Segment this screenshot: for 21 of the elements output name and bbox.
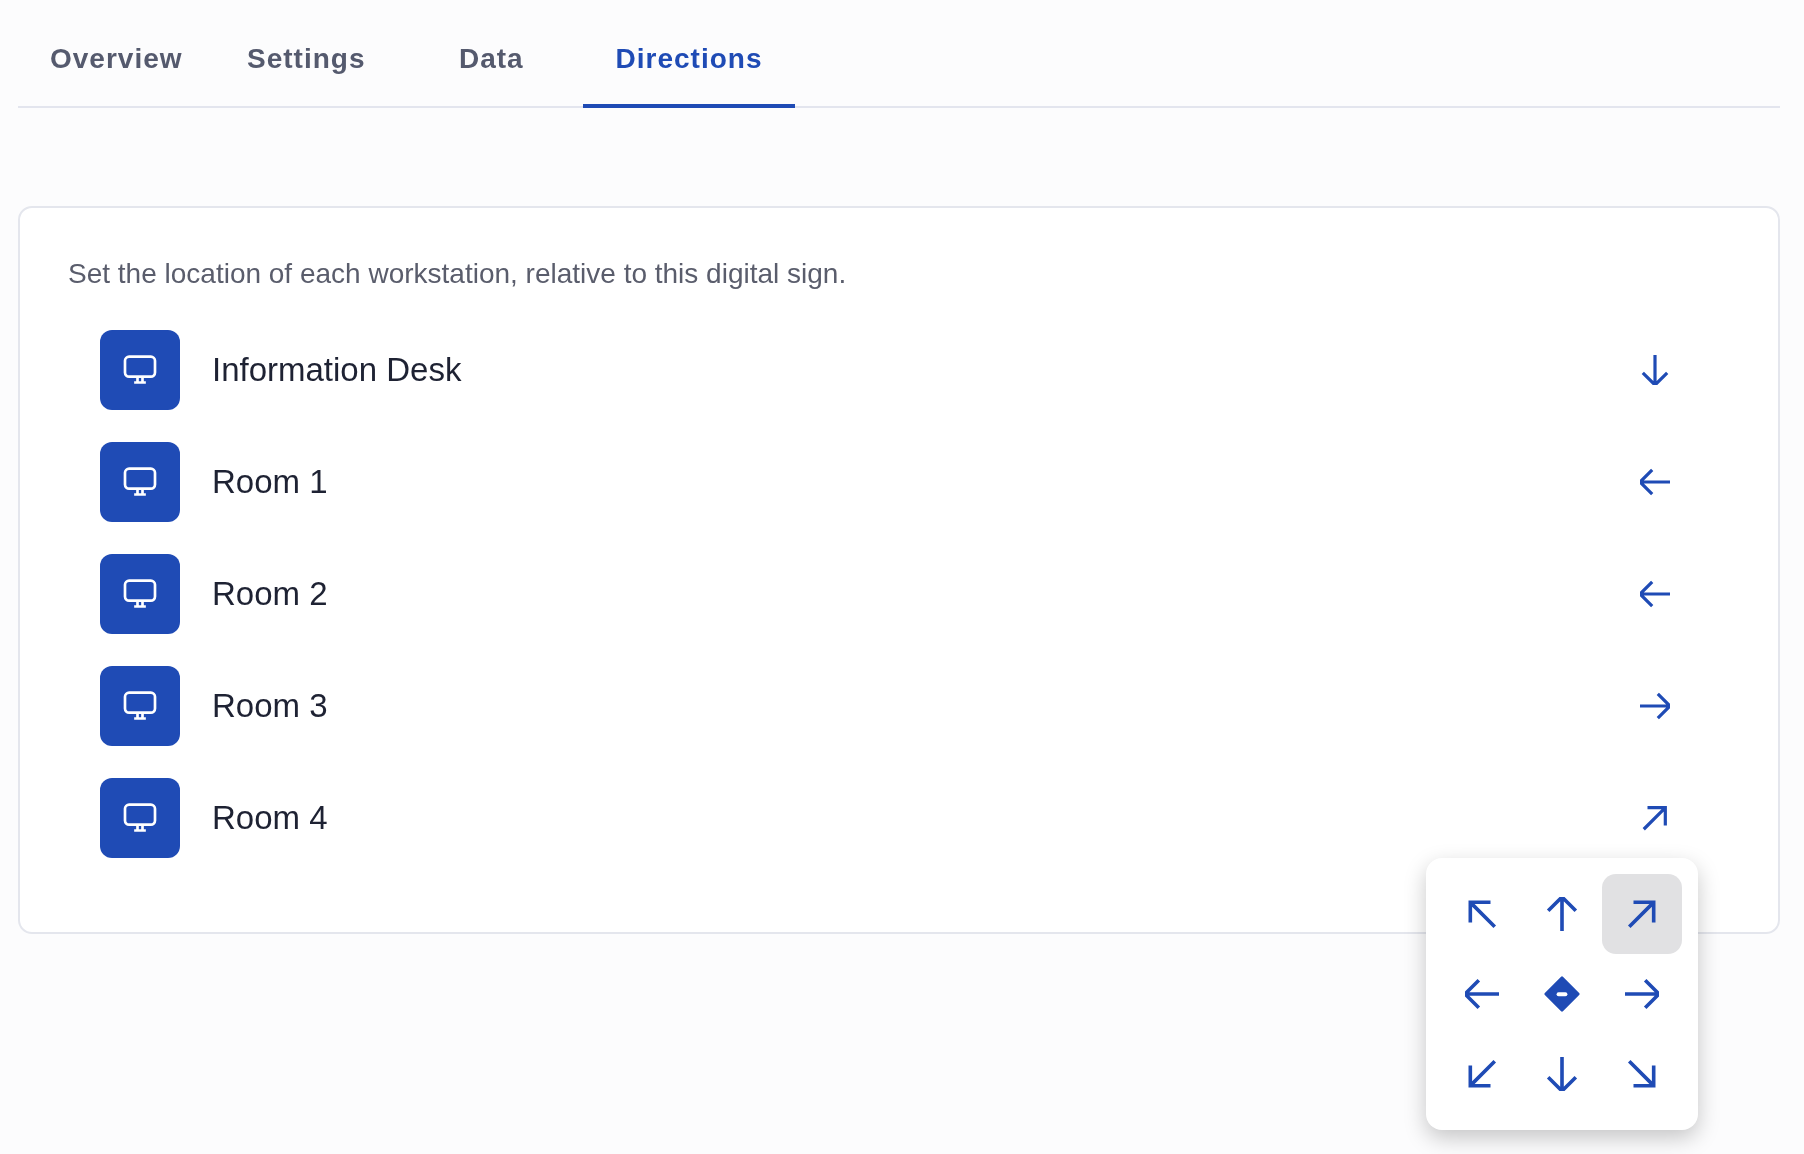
tab[interactable]: Overview [50, 0, 200, 108]
arrow-right-icon[interactable] [1640, 691, 1670, 721]
monitor-icon [100, 330, 180, 410]
monitor-icon [100, 778, 180, 858]
tab[interactable]: Directions [583, 0, 795, 108]
monitor-icon [100, 666, 180, 746]
description-text: Set the location of each workstation, relative to this digital sign. [68, 258, 848, 290]
arrow-left-icon[interactable] [1640, 467, 1670, 497]
workstation-name: Room 4 [212, 799, 329, 837]
workstation-name: Information Desk [212, 351, 463, 389]
arrow-down-icon[interactable] [1640, 355, 1670, 385]
workstation-name: Room 2 [212, 575, 329, 613]
workstation-name: Room 3 [212, 687, 329, 725]
direction-option[interactable] [1602, 874, 1682, 954]
monitor-icon [100, 554, 180, 634]
tab[interactable]: Settings [247, 0, 417, 108]
monitor-icon [100, 442, 180, 522]
workstation-name: Room 1 [212, 463, 329, 501]
tab[interactable]: Data [459, 0, 579, 108]
arrow-left-icon[interactable] [1640, 579, 1670, 609]
arrow-up-right-icon[interactable] [1640, 803, 1670, 833]
